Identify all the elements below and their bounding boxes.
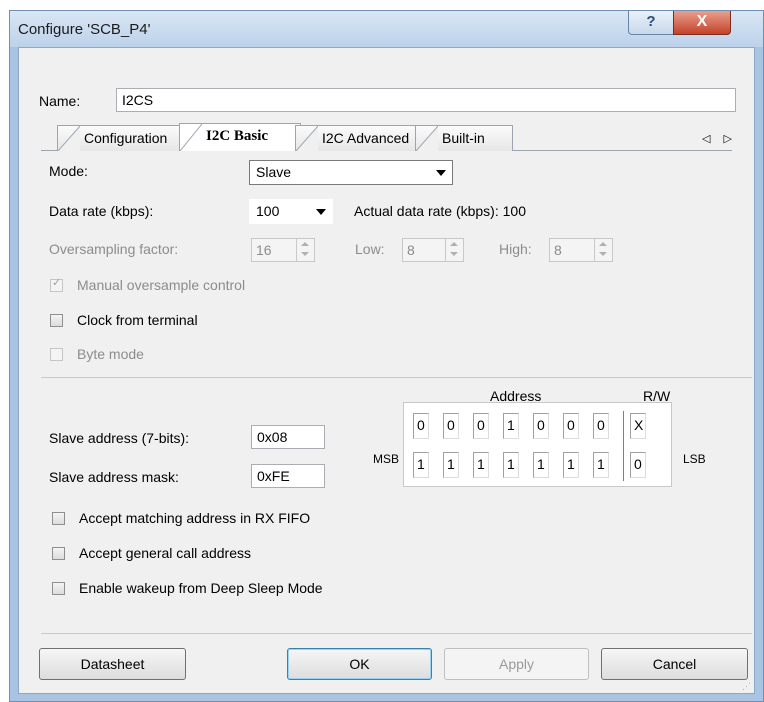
address-bit[interactable]: 0 (533, 413, 549, 439)
msb-label: MSB (373, 452, 400, 466)
separator-top (41, 377, 752, 378)
accept-matching-address-checkbox[interactable] (52, 512, 65, 525)
address-bit[interactable]: 0 (443, 413, 459, 439)
apply-button: Apply (444, 648, 589, 680)
tab-i2c-advanced-label: I2C Advanced (322, 130, 410, 146)
address-bit[interactable]: 0 (593, 413, 609, 439)
high-label: High: (499, 241, 532, 257)
mask-bit[interactable]: 1 (533, 452, 549, 478)
mode-select[interactable]: Slave (249, 160, 453, 185)
slave-address-label: Slave address (7-bits): (49, 430, 190, 446)
enable-wakeup-checkbox[interactable] (52, 582, 65, 595)
low-value: 8 (407, 242, 415, 258)
byte-mode-label: Byte mode (77, 346, 144, 362)
mode-select-value: Slave (256, 164, 292, 180)
address-rw-bit[interactable]: X (630, 413, 646, 439)
tab-scroll-arrows-icon[interactable]: ◁ ▷ (702, 132, 737, 145)
check-icon: ✓ (52, 277, 62, 289)
name-input[interactable]: I2CS (116, 88, 736, 112)
spin-down-icon (450, 252, 458, 256)
tab-built-in-label: Built-in (442, 130, 485, 146)
spin-down-icon (301, 252, 309, 256)
cancel-button[interactable]: Cancel (601, 648, 748, 680)
tab-configuration[interactable]: Configuration (57, 125, 191, 151)
chevron-down-icon (316, 209, 326, 215)
separator-bottom (41, 633, 752, 634)
tab-configuration-label: Configuration (84, 130, 168, 146)
address-bit-grid: 0 0 0 1 0 0 0 X 1 1 1 1 1 1 1 0 (403, 402, 672, 487)
clock-from-terminal-checkbox[interactable] (50, 314, 63, 327)
address-bit[interactable]: 1 (503, 413, 519, 439)
mask-rw-bit[interactable]: 0 (630, 452, 646, 478)
datasheet-button[interactable]: Datasheet (39, 648, 186, 680)
close-icon: X (696, 13, 708, 30)
mask-bit[interactable]: 1 (593, 452, 609, 478)
oversampling-value: 16 (256, 242, 272, 258)
manual-oversample-label: Manual oversample control (77, 277, 246, 293)
spin-down-icon (599, 252, 607, 256)
mask-bit[interactable]: 1 (563, 452, 579, 478)
window-title: Configure 'SCB_P4' (18, 21, 151, 38)
help-icon: ? (646, 13, 656, 30)
enable-wakeup-label: Enable wakeup from Deep Sleep Mode (79, 580, 323, 596)
low-stepper: 8 (402, 238, 464, 262)
address-bit[interactable]: 0 (413, 413, 429, 439)
accept-matching-address-label: Accept matching address in RX FIFO (79, 510, 311, 526)
actual-data-rate: Actual data rate (kbps): 100 (354, 203, 526, 219)
mask-bit[interactable]: 1 (443, 452, 459, 478)
oversampling-label: Oversampling factor: (49, 241, 179, 257)
high-stepper: 8 (549, 238, 613, 262)
spin-up-icon (450, 242, 458, 246)
mask-bit[interactable]: 1 (413, 452, 429, 478)
address-bit[interactable]: 0 (473, 413, 489, 439)
oversampling-stepper: 16 (251, 238, 315, 262)
address-bit[interactable]: 0 (563, 413, 579, 439)
manual-oversample-checkbox: ✓ (50, 277, 63, 292)
clock-from-terminal-label: Clock from terminal (77, 312, 198, 328)
low-label: Low: (355, 241, 385, 257)
slave-address-input[interactable]: 0x08 (251, 425, 325, 449)
spin-up-icon (599, 242, 607, 246)
tab-i2c-basic-label: I2C Basic (206, 128, 269, 144)
slave-mask-label: Slave address mask: (49, 469, 179, 485)
dialog-window: Configure 'SCB_P4' ? X Name: I2CS Config… (9, 10, 764, 702)
high-value: 8 (554, 242, 562, 258)
data-rate-select[interactable]: 100 (249, 199, 333, 224)
data-rate-label: Data rate (kbps): (49, 203, 154, 219)
mask-bit[interactable]: 1 (503, 452, 519, 478)
tab-i2c-basic[interactable]: I2C Basic (179, 123, 301, 151)
rw-separator (623, 411, 624, 481)
tab-built-in[interactable]: Built-in (415, 125, 513, 151)
mask-bit[interactable]: 1 (473, 452, 489, 478)
title-bar[interactable]: Configure 'SCB_P4' ? X (10, 11, 763, 47)
slave-mask-input[interactable]: 0xFE (251, 464, 325, 488)
dialog-client: Name: I2CS Configuration I2C Basic I2C A… (18, 47, 755, 694)
mode-label: Mode: (49, 163, 88, 179)
resize-grip-icon[interactable]: ⋰ (742, 681, 752, 691)
byte-mode-checkbox (50, 348, 63, 361)
accept-general-call-checkbox[interactable] (52, 547, 65, 560)
spin-up-icon (301, 242, 309, 246)
lsb-label: LSB (683, 452, 706, 466)
ok-button[interactable]: OK (287, 648, 432, 680)
chevron-down-icon (436, 170, 446, 176)
data-rate-value: 100 (256, 203, 280, 219)
name-label: Name: (39, 93, 81, 109)
close-button[interactable]: X (673, 11, 731, 35)
help-button[interactable]: ? (628, 11, 674, 35)
tab-i2c-advanced[interactable]: I2C Advanced (295, 125, 423, 151)
accept-general-call-label: Accept general call address (79, 545, 251, 561)
